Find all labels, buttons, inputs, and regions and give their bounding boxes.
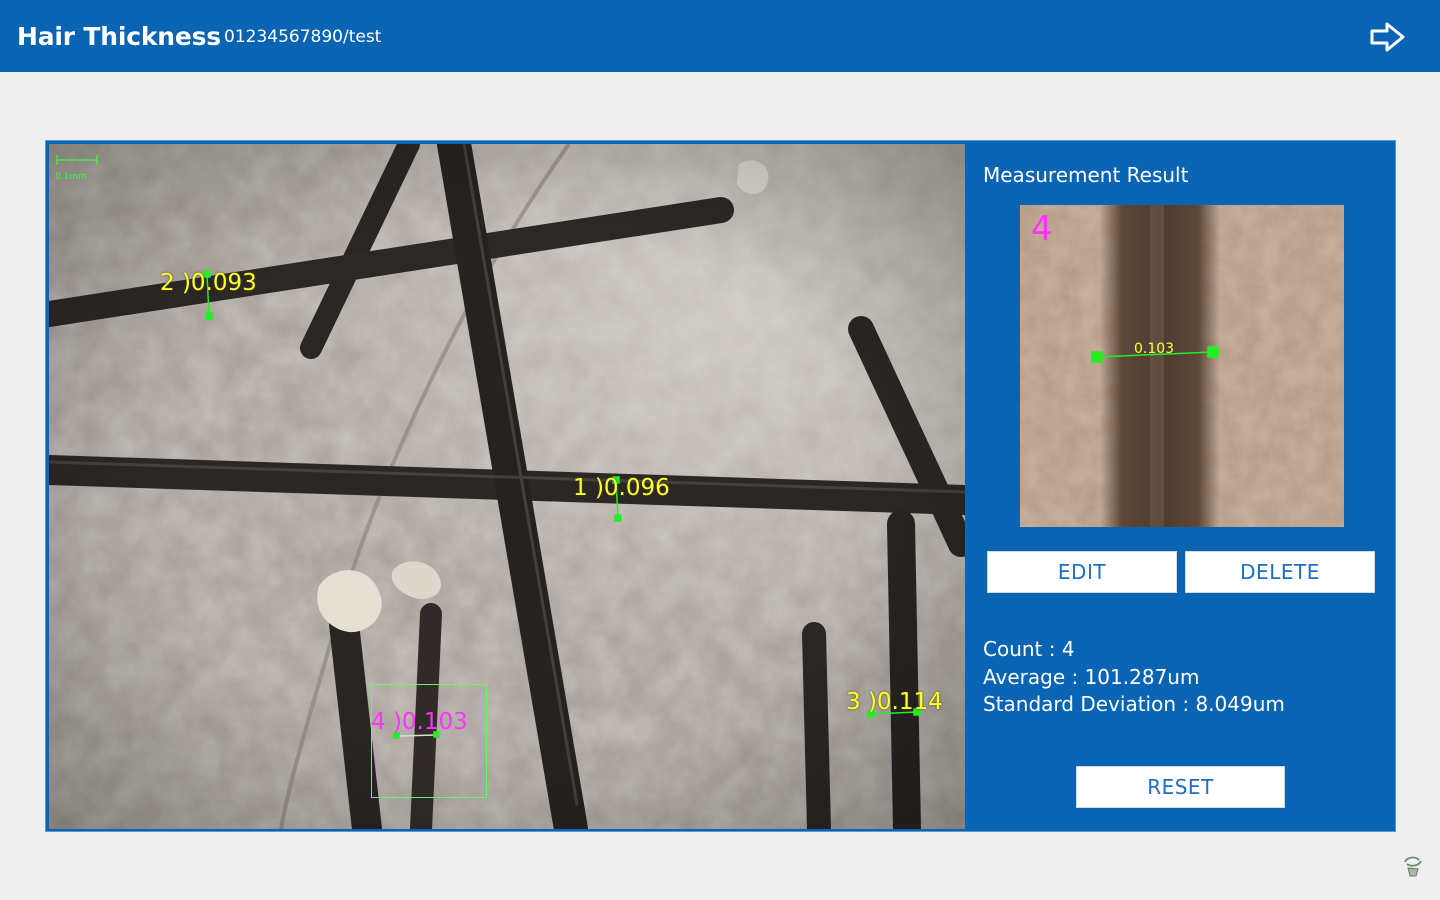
- scalp-image: [49, 144, 965, 829]
- measurement-label-3[interactable]: 3 )0.114: [846, 689, 943, 715]
- measurement-label-2[interactable]: 2 )0.093: [160, 270, 257, 296]
- exit-button[interactable]: [1362, 14, 1414, 60]
- scale-label: 0.1mm: [55, 172, 87, 182]
- count-text: Count : 4: [983, 637, 1075, 661]
- scale-bar-line-icon: [56, 155, 98, 165]
- selected-measurement-box[interactable]: [371, 684, 487, 798]
- app-title: Hair Thickness: [17, 22, 221, 51]
- corner-button[interactable]: [1399, 852, 1427, 880]
- selected-measurement-value: 0.103: [1134, 341, 1175, 357]
- sync-hand-icon: [1404, 856, 1422, 877]
- std-dev-text: Standard Deviation : 8.049um: [983, 692, 1285, 716]
- edit-button[interactable]: EDIT: [987, 551, 1177, 593]
- measurement-label-4[interactable]: 4 )0.103: [371, 709, 468, 735]
- average-text: Average : 101.287um: [983, 664, 1200, 689]
- result-title: Measurement Result: [983, 163, 1189, 187]
- zoomed-hair-image: [1020, 205, 1344, 527]
- app-bar: Hair Thickness 01234567890/test: [0, 0, 1440, 72]
- statistics: Count : 4 Average : 101.287um Standard D…: [983, 636, 1285, 719]
- exit-arrow-icon: [1370, 22, 1405, 52]
- scale-bar: 0.1mm: [55, 150, 101, 184]
- microscope-image-viewer[interactable]: 0.1mm 2 )0.093 1 )0.096 3 )0.114 4 )0.10…: [49, 144, 965, 829]
- delete-button[interactable]: DELETE: [1185, 551, 1375, 593]
- measurement-frame: 0.1mm 2 )0.093 1 )0.096 3 )0.114 4 )0.10…: [45, 140, 1396, 832]
- zoomed-measurement-preview: 4 0.103: [1020, 205, 1344, 527]
- app-subtitle: 01234567890/test: [224, 27, 382, 47]
- measurement-label-1[interactable]: 1 )0.096: [573, 475, 670, 501]
- selected-measurement-number: 4: [1031, 209, 1053, 249]
- reset-button[interactable]: RESET: [1076, 766, 1285, 808]
- result-panel: Measurement Result 4 0.103 EDIT DELETE C…: [965, 141, 1395, 831]
